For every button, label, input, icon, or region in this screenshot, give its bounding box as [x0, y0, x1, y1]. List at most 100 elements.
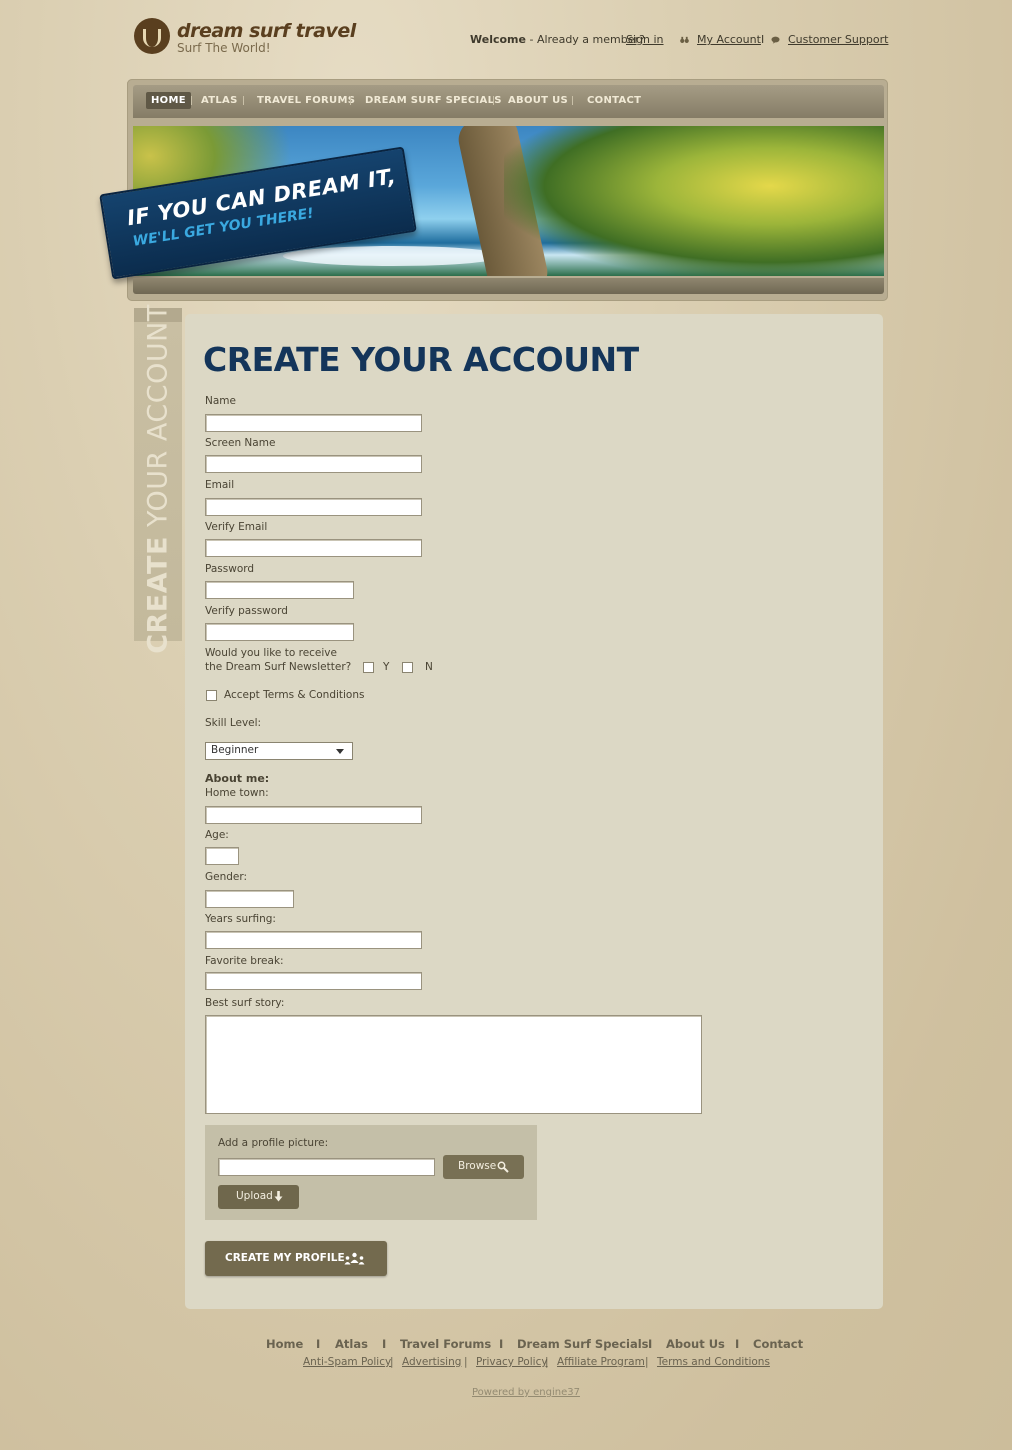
newsletter-no-checkbox[interactable]: [402, 662, 413, 673]
nav-separator: [191, 96, 192, 105]
surf-story-label: Best surf story:: [205, 997, 285, 1009]
footer-link-privacy[interactable]: Privacy Policy: [476, 1356, 548, 1368]
name-input[interactable]: [205, 414, 422, 432]
footer-nav-separator: I: [499, 1337, 504, 1351]
down-arrow-icon: [274, 1191, 283, 1202]
nav-about-us[interactable]: ABOUT US: [503, 92, 573, 109]
newsletter-label-line-2: the Dream Surf Newsletter?: [205, 661, 352, 673]
years-surfing-input[interactable]: [205, 931, 422, 949]
nav-atlas[interactable]: ATLAS: [196, 92, 243, 109]
browse-button-label: Browse: [458, 1160, 497, 1172]
age-label: Age:: [205, 829, 229, 841]
newsletter-yes-label: Y: [383, 661, 390, 673]
footer-link-anti-spam[interactable]: Anti-Spam Policy: [303, 1356, 391, 1368]
dropdown-arrow-icon: [336, 749, 344, 754]
nav-contact[interactable]: CONTACT: [582, 92, 646, 109]
verify-email-label: Verify Email: [205, 521, 268, 533]
sign-in-link[interactable]: Sign in: [626, 33, 664, 46]
footer-link-separator: |: [645, 1356, 649, 1368]
speech-bubble-icon: [771, 33, 787, 46]
create-profile-label: CREATE MY PROFILE: [225, 1252, 345, 1264]
email-input[interactable]: [205, 498, 422, 516]
footer-nav-atlas[interactable]: Atlas: [335, 1337, 368, 1351]
binoculars-icon: [680, 33, 696, 46]
palm-logo-icon: [134, 18, 170, 54]
banner-shelf: [133, 278, 884, 294]
page-title: CREATE YOUR ACCOUNT: [203, 340, 639, 379]
palm-fronds-right: [504, 126, 884, 276]
upload-button[interactable]: Upload: [218, 1185, 299, 1209]
password-input[interactable]: [205, 581, 354, 599]
footer-link-separator: |: [464, 1356, 468, 1368]
nav-home[interactable]: HOME: [146, 92, 191, 109]
hometown-input[interactable]: [205, 806, 422, 824]
nav-travel-forums[interactable]: TRAVEL FORUMS: [252, 92, 360, 109]
powered-by-link[interactable]: Powered by engine37: [472, 1387, 580, 1398]
nav-separator: [243, 96, 244, 105]
footer-link-separator: |: [545, 1356, 549, 1368]
welcome-text: Welcome - Already a member?: [470, 33, 645, 46]
magnifier-icon: [497, 1161, 509, 1173]
footer-link-affiliate[interactable]: Affiliate Program: [557, 1356, 645, 1368]
customer-support-link[interactable]: Customer Support: [788, 33, 888, 46]
sidebar-tab-bold: CREATE: [142, 536, 174, 654]
nav-separator: [350, 96, 351, 105]
newsletter-no-label: N: [425, 661, 433, 673]
welcome-label: Welcome: [470, 33, 526, 46]
footer-nav-separator: I: [316, 1337, 321, 1351]
create-profile-button[interactable]: CREATE MY PROFILE: [205, 1241, 387, 1276]
hometown-label: Home town:: [205, 787, 269, 799]
screen-name-input[interactable]: [205, 455, 422, 473]
email-label: Email: [205, 479, 235, 491]
newsletter-yes-checkbox[interactable]: [363, 662, 374, 673]
skill-level-select[interactable]: Beginner: [205, 742, 353, 760]
surf-wave: [283, 246, 503, 266]
verify-email-input[interactable]: [205, 539, 422, 557]
my-account-link[interactable]: My Account: [697, 33, 761, 46]
verify-password-input[interactable]: [205, 623, 354, 641]
nav-dream-surf-specials[interactable]: DREAM SURF SPECIALS: [360, 92, 507, 109]
topbar-separator: I: [761, 33, 765, 46]
skill-level-label: Skill Level:: [205, 717, 262, 729]
years-surfing-label: Years surfing:: [205, 913, 276, 925]
newsletter-label-line-1: Would you like to receive: [205, 647, 337, 659]
upload-button-label: Upload: [236, 1190, 273, 1202]
footer-link-separator: |: [390, 1356, 394, 1368]
footer-link-advertising[interactable]: Advertising: [402, 1356, 461, 1368]
verify-password-label: Verify password: [205, 605, 288, 617]
nav-separator: [572, 96, 573, 105]
about-me-heading: About me:: [205, 772, 270, 785]
password-label: Password: [205, 563, 255, 575]
footer-link-terms[interactable]: Terms and Conditions: [657, 1356, 770, 1368]
browse-button[interactable]: Browse: [443, 1155, 524, 1179]
sidebar-tab: CREATE YOUR ACCOUNT: [134, 304, 182, 654]
brand-name: dream surf travel: [177, 20, 356, 42]
terms-checkbox[interactable]: [206, 690, 217, 701]
sidebar-tab-rest: YOUR ACCOUNT: [142, 304, 174, 527]
age-input[interactable]: [205, 847, 239, 865]
footer-nav-separator: I: [735, 1337, 740, 1351]
site-logo[interactable]: dream surf travel Surf The World!: [134, 18, 394, 58]
footer-nav-home[interactable]: Home: [266, 1337, 303, 1351]
footer-nav-dream-surf-specials[interactable]: Dream Surf Specials: [517, 1337, 649, 1351]
favorite-break-label: Favorite break:: [205, 955, 284, 967]
nav-separator: [493, 96, 494, 105]
brand-tagline: Surf The World!: [177, 41, 271, 55]
surf-story-textarea[interactable]: [205, 1015, 702, 1114]
sidebar-tab-label: CREATE YOUR ACCOUNT: [143, 304, 174, 654]
footer-nav-separator: I: [648, 1337, 653, 1351]
footer-nav-contact[interactable]: Contact: [753, 1337, 803, 1351]
name-label: Name: [205, 395, 236, 407]
skill-level-value: Beginner: [211, 744, 259, 756]
people-icon: [344, 1252, 365, 1265]
footer-nav-about-us[interactable]: About Us: [666, 1337, 725, 1351]
footer-nav-travel-forums[interactable]: Travel Forums: [400, 1337, 491, 1351]
profile-picture-path-input[interactable]: [218, 1158, 435, 1176]
gender-input[interactable]: [205, 890, 294, 908]
terms-label: Accept Terms & Conditions: [224, 689, 365, 701]
favorite-break-input[interactable]: [205, 972, 422, 990]
profile-picture-label: Add a profile picture:: [218, 1137, 329, 1149]
main-nav: HOME ATLAS TRAVEL FORUMS DREAM SURF SPEC…: [133, 85, 884, 118]
footer-nav-separator: I: [382, 1337, 387, 1351]
screen-name-label: Screen Name: [205, 437, 276, 449]
